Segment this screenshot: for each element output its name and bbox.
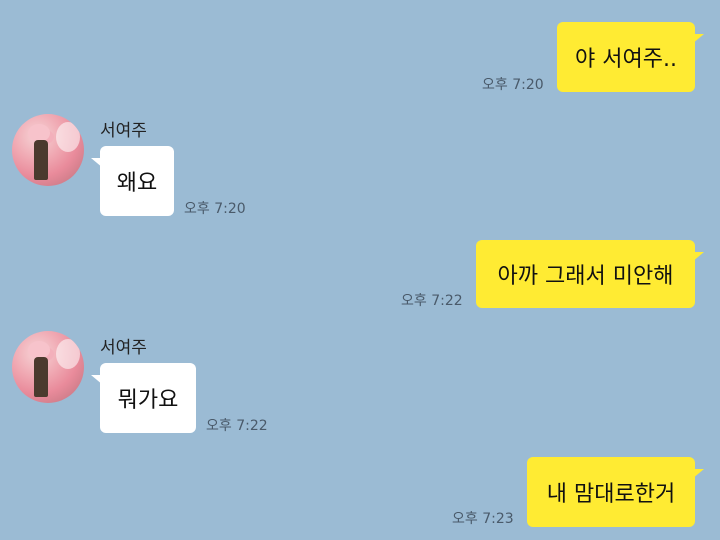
message-text: 아까 그래서 미안해 [497, 264, 674, 289]
message-bubble-mine[interactable]: 아까 그래서 미안해 [476, 240, 704, 308]
avatar[interactable] [12, 331, 84, 403]
chat-area: 야 서여주.. 오후 7:20 서여주 왜요 오후 7:20 아까 그래서 미안… [0, 0, 720, 540]
message-bubble-mine[interactable]: 내 맘대로한거 [527, 457, 704, 527]
sender-name: 서여주 [100, 121, 147, 141]
message-text: 뭐가요 [117, 388, 179, 413]
message-time: 오후 7:20 [184, 201, 246, 217]
message-time: 오후 7:23 [452, 511, 514, 527]
message-bubble-theirs[interactable]: 왜요 [91, 146, 174, 216]
avatar[interactable] [12, 114, 84, 186]
message-text: 왜요 [116, 171, 158, 196]
avatar-highlight [56, 339, 80, 369]
avatar-bottle [34, 357, 48, 397]
message-bubble-theirs[interactable]: 뭐가요 [91, 363, 196, 433]
message-bubble-mine[interactable]: 야 서여주.. [557, 22, 704, 92]
message-time: 오후 7:22 [401, 293, 463, 309]
avatar-highlight [56, 122, 80, 152]
avatar-bottle [34, 140, 48, 180]
sender-name: 서여주 [100, 338, 147, 358]
message-time: 오후 7:20 [482, 77, 544, 93]
message-text: 야 서여주.. [575, 47, 677, 72]
message-time: 오후 7:22 [206, 418, 268, 434]
message-text: 내 맘대로한거 [546, 482, 676, 507]
